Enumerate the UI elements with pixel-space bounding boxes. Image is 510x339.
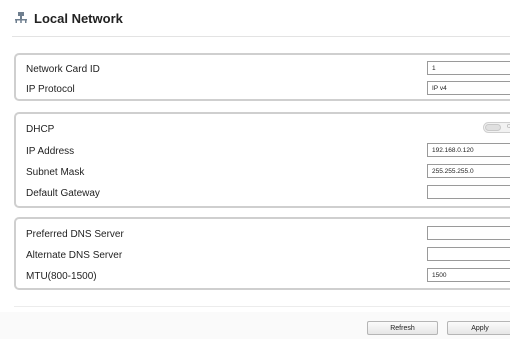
network-card-id-label: Network Card ID (26, 63, 100, 75)
dns-panel: Preferred DNS Server Alternate DNS Serve… (14, 217, 510, 290)
alternate-dns-label: Alternate DNS Server (26, 249, 123, 261)
alternate-dns-input[interactable] (427, 247, 510, 261)
preferred-dns-label: Preferred DNS Server (26, 228, 124, 240)
network-icon (15, 12, 27, 23)
preferred-dns-input[interactable] (427, 226, 510, 240)
page-header: Local Network (14, 8, 123, 28)
ip-protocol-row: IP Protocol IP v4 (26, 79, 510, 99)
ip-address-row: IP Address 192.168.0.120 (26, 141, 510, 161)
footer-divider (14, 306, 510, 307)
subnet-mask-row: Subnet Mask 255.255.255.0 (26, 162, 510, 182)
mtu-input[interactable]: 1500 (427, 268, 510, 282)
page-title: Local Network (34, 10, 123, 26)
refresh-button[interactable]: Refresh (367, 321, 438, 335)
toggle-knob (485, 124, 501, 131)
ip-protocol-label: IP Protocol (26, 83, 75, 95)
ip-protocol-select[interactable]: IP v4 (427, 81, 510, 95)
ip-settings-panel: DHCP OFF IP Address 192.168.0.120 Subnet… (14, 112, 510, 208)
apply-button[interactable]: Apply (447, 321, 510, 335)
default-gateway-label: Default Gateway (26, 187, 100, 199)
ip-address-input[interactable]: 192.168.0.120 (427, 143, 510, 157)
dhcp-toggle[interactable]: OFF (483, 122, 510, 133)
dhcp-label: DHCP (26, 123, 55, 135)
alternate-dns-row: Alternate DNS Server (26, 245, 510, 265)
mtu-label: MTU(800-1500) (26, 270, 97, 282)
network-card-panel: Network Card ID 1 IP Protocol IP v4 (14, 53, 510, 101)
header-divider (12, 36, 510, 37)
subnet-mask-label: Subnet Mask (26, 166, 85, 178)
network-card-id-select[interactable]: 1 (427, 61, 510, 75)
ip-address-label: IP Address (26, 145, 75, 157)
subnet-mask-input[interactable]: 255.255.255.0 (427, 164, 510, 178)
mtu-row: MTU(800-1500) 1500 (26, 266, 510, 286)
default-gateway-row: Default Gateway (26, 183, 510, 203)
dhcp-row: DHCP OFF (26, 119, 510, 139)
default-gateway-input[interactable] (427, 185, 510, 199)
network-card-id-row: Network Card ID 1 (26, 59, 510, 79)
preferred-dns-row: Preferred DNS Server (26, 224, 510, 244)
